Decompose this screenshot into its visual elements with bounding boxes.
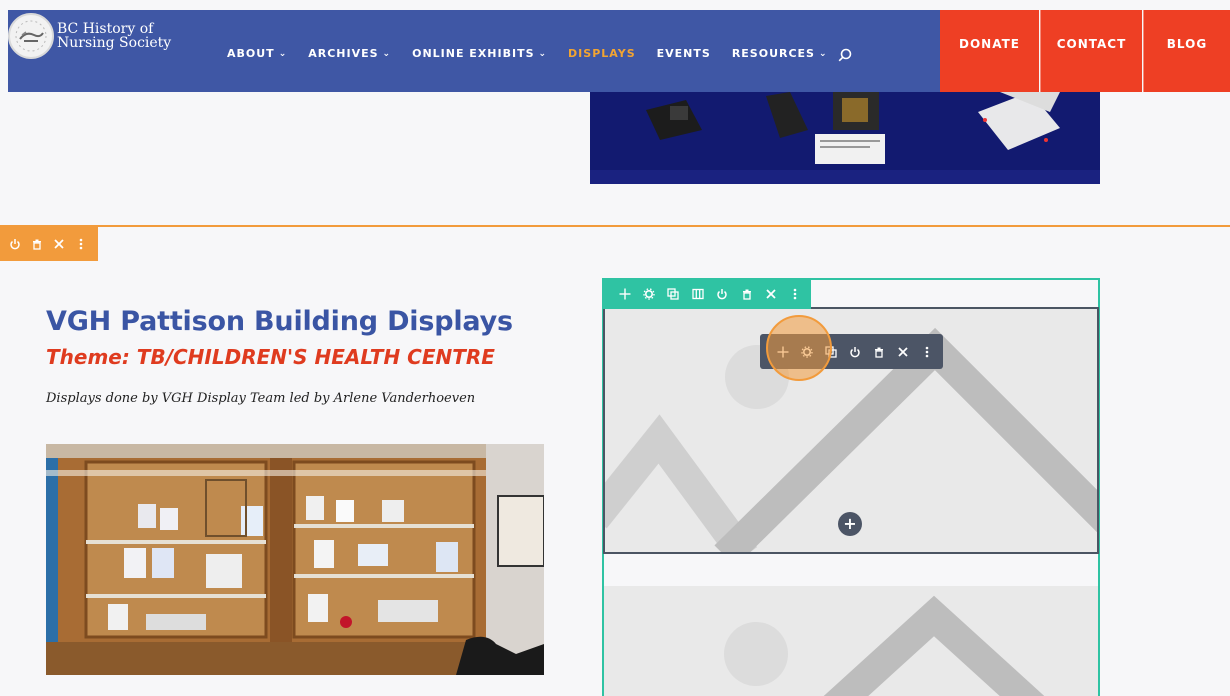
section-divider [0,225,1230,227]
row-toolbar [602,279,811,309]
chevron-down-icon: ⌄ [382,48,392,59]
chevron-down-icon: ⌄ [818,48,828,59]
power-icon[interactable] [846,343,863,361]
page-title: VGH Pattison Building Displays [46,306,513,337]
site-logo[interactable]: BC History of Nursing Society [8,13,171,59]
theme-subtitle: Theme: TB/CHILDREN'S HEALTH CENTRE [46,345,495,369]
contact-button[interactable]: CONTACT [1040,10,1142,92]
nav-online-exhibits-label: ONLINE EXHIBITS [412,47,535,60]
section-toolbar [0,227,98,261]
site-name: BC History of Nursing Society [57,22,171,50]
trash-icon[interactable] [28,235,46,253]
blog-button[interactable]: BLOG [1143,10,1230,92]
chevron-down-icon: ⌄ [538,48,548,59]
nav-item-events[interactable]: EVENTS [657,47,711,60]
close-icon[interactable] [895,343,912,361]
trash-icon[interactable] [871,343,888,361]
nav-item-online-exhibits[interactable]: ONLINE EXHIBITS ⌄ [412,47,547,60]
byline: Displays done by VGH Display Team led by… [46,391,476,406]
move-icon[interactable] [616,285,633,303]
top-band [0,0,1230,10]
duplicate-icon[interactable] [665,285,682,303]
site-name-line1: BC History of [57,21,154,37]
nav-item-archives[interactable]: ARCHIVES ⌄ [308,47,391,60]
gear-icon[interactable] [640,285,657,303]
nav-about-label: ABOUT [227,47,275,60]
trash-icon[interactable] [738,285,755,303]
nav-item-resources[interactable]: RESOURCES ⌄ [732,47,828,60]
donate-button[interactable]: DONATE [940,10,1039,92]
close-icon[interactable] [50,235,68,253]
lamp-logo-icon [8,13,54,59]
more-options-icon[interactable] [787,285,804,303]
display-case-photo [46,444,544,675]
chevron-down-icon: ⌄ [278,48,288,59]
top-display-photo [590,92,1100,184]
nav-events-label: EVENTS [656,47,711,60]
power-icon[interactable] [6,235,24,253]
nav-item-displays[interactable]: DISPLAYS [568,47,636,60]
main-nav: ABOUT ⌄ ARCHIVES ⌄ ONLINE EXHIBITS ⌄ DIS… [227,47,849,60]
close-icon[interactable] [762,285,779,303]
click-highlight [766,315,832,381]
power-icon[interactable] [714,285,731,303]
add-module-button[interactable]: + [838,512,862,536]
site-name-line2: Nursing Society [57,35,172,51]
columns-icon[interactable] [689,285,706,303]
more-options-icon[interactable] [919,343,936,361]
image-placeholder[interactable] [604,586,1098,696]
nav-item-about[interactable]: ABOUT ⌄ [227,47,287,60]
nav-resources-label: RESOURCES [731,47,815,60]
nav-archives-label: ARCHIVES [308,47,379,60]
nav-displays-label: DISPLAYS [568,47,636,60]
page: BC History of Nursing Society ABOUT ⌄ AR… [0,0,1230,696]
site-header: BC History of Nursing Society ABOUT ⌄ AR… [8,10,940,92]
more-options-icon[interactable] [72,235,90,253]
search-icon[interactable] [838,48,852,62]
